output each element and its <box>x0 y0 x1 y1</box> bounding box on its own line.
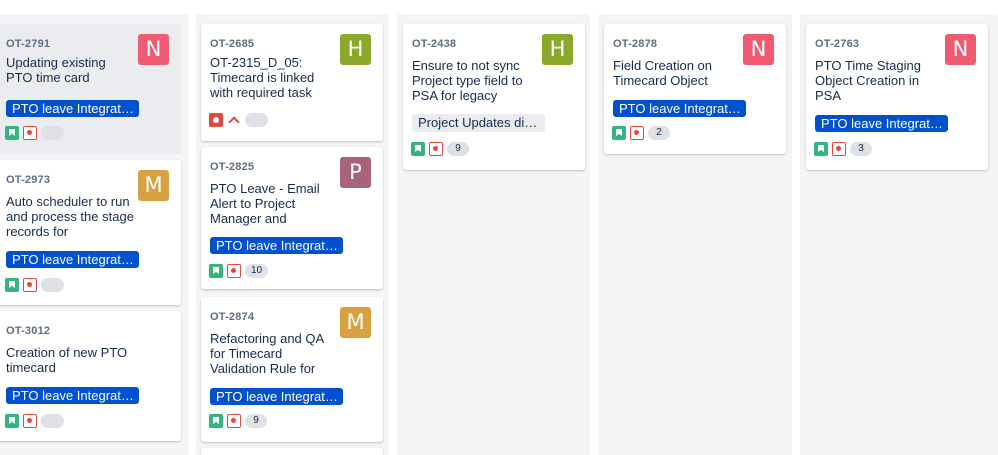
card-footer: 10 <box>209 263 269 279</box>
epic-label[interactable]: PTO leave Integrat… <box>210 388 343 405</box>
issue-key[interactable]: OT-2874 <box>210 311 254 323</box>
issue-summary: Updating existing PTO time card <box>6 55 106 85</box>
assignee-avatar[interactable]: N <box>138 34 169 65</box>
issue-summary: Ensure to not sync Project type field to… <box>412 58 523 103</box>
epic-label[interactable]: PTO leave Integrat… <box>6 100 139 117</box>
card-footer: 9 <box>209 413 267 429</box>
bug-icon <box>630 126 644 140</box>
issue-key[interactable]: OT-2438 <box>412 38 456 50</box>
issue-summary: PTO Time Staging Object Creation in PSA <box>815 58 921 103</box>
label-tag[interactable]: Project Updates di… <box>412 114 545 132</box>
issue-card[interactable]: OT-3012 Creation of new PTO timecard PTO… <box>0 311 181 441</box>
issue-summary: Field Creation on Timecard Object <box>613 58 712 88</box>
issue-key[interactable]: OT-3012 <box>6 325 50 337</box>
issue-card[interactable]: OT-2685 OT-2315_D_05: Timecard is linked… <box>201 24 383 141</box>
story-icon <box>209 264 223 278</box>
assignee-avatar[interactable]: N <box>945 34 976 65</box>
issue-key[interactable]: OT-2973 <box>6 174 50 186</box>
issue-summary: Auto scheduler to run and process the st… <box>6 194 134 239</box>
issue-card[interactable]: OT-2438 Ensure to not sync Project type … <box>403 24 585 170</box>
issue-card[interactable]: OT-2973 Auto scheduler to run and proces… <box>0 160 181 305</box>
bug-icon <box>429 142 443 156</box>
story-icon <box>411 142 425 156</box>
issue-summary: Creation of new PTO timecard <box>6 345 128 375</box>
bug-icon <box>227 414 241 428</box>
story-points-badge <box>41 414 64 428</box>
story-points-badge: 9 <box>245 414 267 428</box>
issue-summary: OT-2315_D_05: Timecard is linked with re… <box>210 55 315 100</box>
issue-key[interactable]: OT-2791 <box>6 38 50 50</box>
assignee-avatar[interactable]: M <box>138 170 169 201</box>
card-footer <box>209 112 268 128</box>
epic-label[interactable]: PTO leave Integrat… <box>6 251 139 268</box>
kanban-board: OT-2791 Updating existing PTO time card … <box>0 0 998 455</box>
story-icon <box>5 278 19 292</box>
issue-card[interactable]: OT-2874 Refactoring and QA for Timecard … <box>201 297 383 442</box>
card-footer <box>5 413 64 429</box>
issue-key[interactable]: OT-2763 <box>815 38 859 50</box>
card-footer: 2 <box>612 125 670 141</box>
issue-card[interactable]: OT-2878 Field Creation on Timecard Objec… <box>604 24 786 154</box>
card-footer: 9 <box>411 141 469 157</box>
story-points-badge: 10 <box>245 264 269 278</box>
assignee-avatar[interactable]: M <box>340 307 371 338</box>
story-points-badge: 2 <box>648 126 670 140</box>
issue-key[interactable]: OT-2685 <box>210 38 254 50</box>
issue-key[interactable]: OT-2825 <box>210 161 254 173</box>
bug-icon <box>227 264 241 278</box>
epic-label[interactable]: PTO leave Integrat… <box>210 237 343 254</box>
story-points-badge <box>41 126 64 140</box>
assignee-avatar[interactable]: N <box>743 34 774 65</box>
bug-red-icon <box>209 113 223 127</box>
story-icon <box>209 414 223 428</box>
epic-label[interactable]: PTO leave Integrat… <box>613 100 746 117</box>
story-points-badge: 9 <box>447 142 469 156</box>
card-footer <box>5 125 64 141</box>
bug-icon <box>23 126 37 140</box>
issue-summary: Refactoring and QA for Timecard Validati… <box>210 331 324 376</box>
bug-icon <box>23 414 37 428</box>
story-icon <box>5 126 19 140</box>
issue-key[interactable]: OT-2878 <box>613 38 657 50</box>
issue-summary: PTO Leave - Email Alert to Project Manag… <box>210 181 320 226</box>
story-icon <box>814 142 828 156</box>
issue-card[interactable]: OT-2791 Updating existing PTO time card … <box>0 24 181 154</box>
issue-card-partial[interactable] <box>201 448 383 455</box>
bug-icon <box>23 278 37 292</box>
story-icon <box>612 126 626 140</box>
assignee-avatar[interactable]: P <box>340 157 371 188</box>
priority-high-icon <box>227 113 241 127</box>
story-points-badge: 3 <box>850 142 872 156</box>
story-points-badge <box>41 278 64 292</box>
card-footer <box>5 277 64 293</box>
epic-label[interactable]: PTO leave Integrat… <box>6 387 139 404</box>
bug-icon <box>832 142 846 156</box>
story-icon <box>5 414 19 428</box>
assignee-avatar[interactable]: H <box>340 34 371 65</box>
card-footer: 3 <box>814 141 872 157</box>
story-points-badge <box>245 113 268 127</box>
issue-card[interactable]: OT-2825 PTO Leave - Email Alert to Proje… <box>201 147 383 289</box>
assignee-avatar[interactable]: H <box>542 34 573 65</box>
issue-card[interactable]: OT-2763 PTO Time Staging Object Creation… <box>806 24 988 170</box>
epic-label[interactable]: PTO leave Integrat… <box>815 115 948 132</box>
